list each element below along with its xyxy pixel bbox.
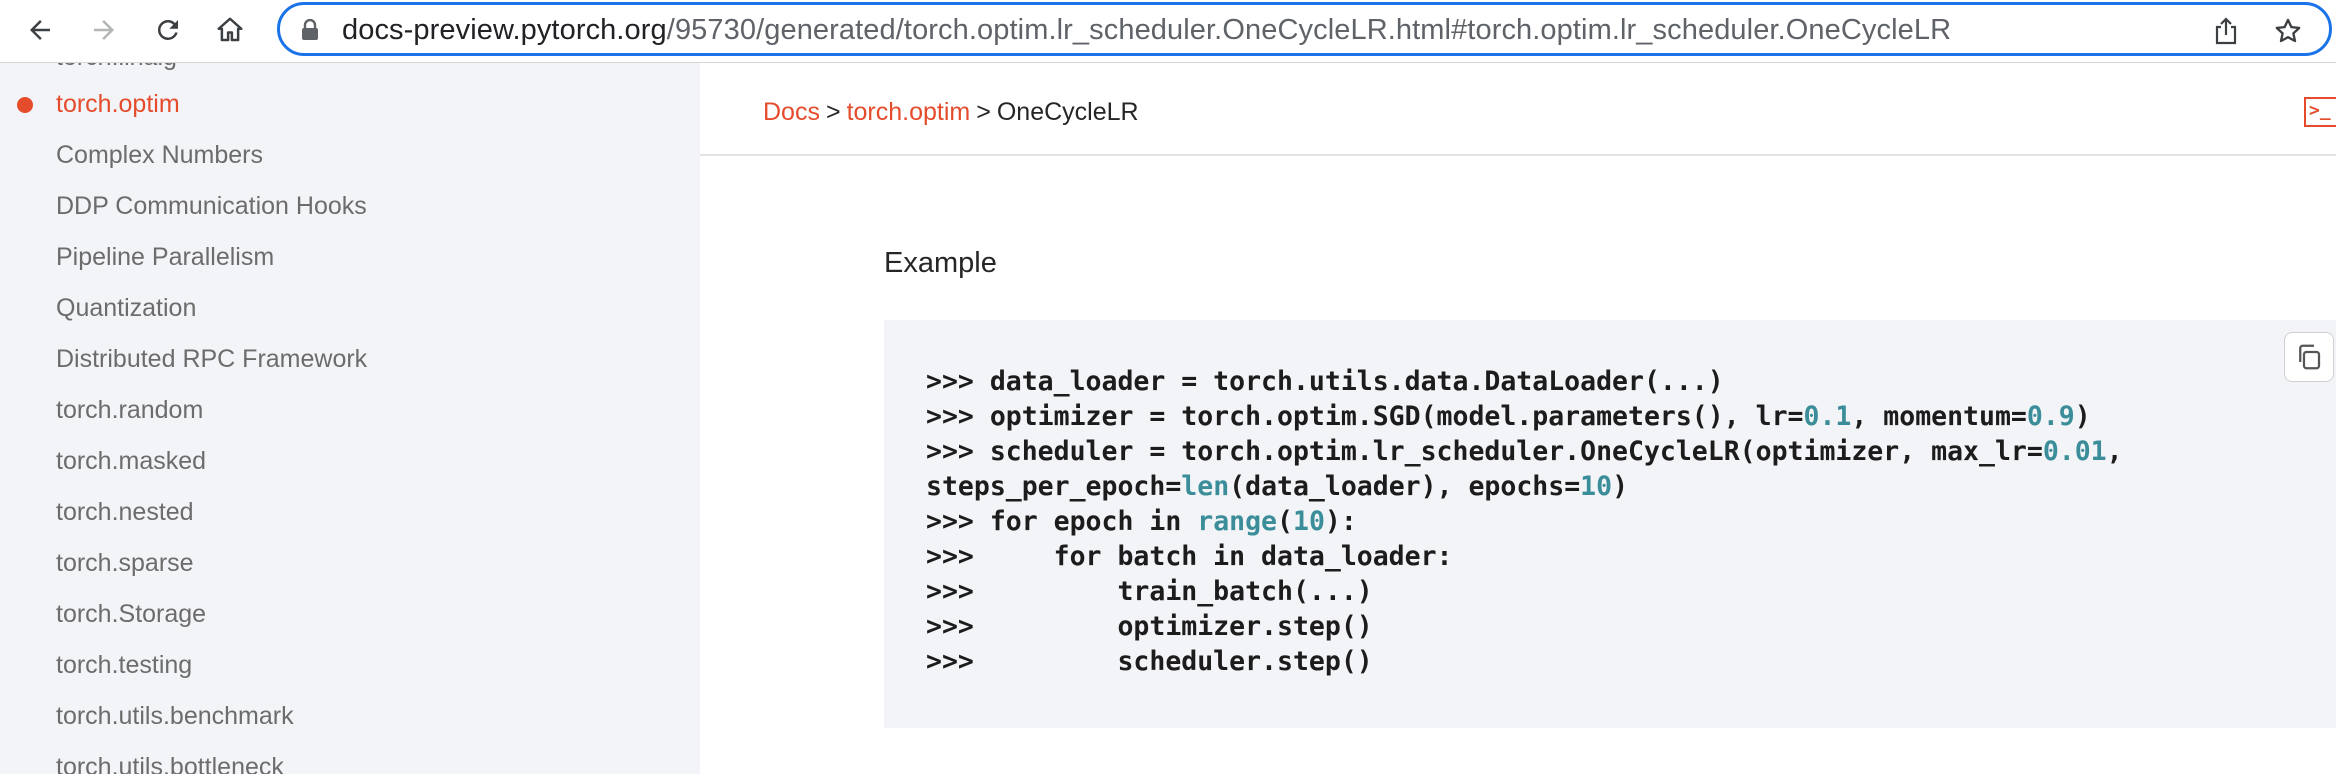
code-token: , bbox=[2106, 436, 2123, 467]
breadcrumb-separator: > bbox=[825, 98, 841, 126]
code-builtin: range bbox=[1197, 506, 1278, 537]
sidebar-item-torch-testing[interactable]: torch.testing bbox=[56, 650, 192, 680]
header-divider bbox=[700, 154, 2336, 156]
code-line: >>> for batch in data_loader: bbox=[926, 541, 1453, 572]
code-text: >>> data_loader = torch.utils.data.DataL… bbox=[926, 364, 2123, 679]
reload-icon bbox=[157, 19, 178, 40]
code-token: >>> scheduler.step() bbox=[926, 646, 1373, 677]
code-token: steps_per_epoch= bbox=[926, 471, 1182, 502]
code-number: 0.9 bbox=[2026, 401, 2075, 432]
code-token: ) bbox=[2074, 401, 2091, 432]
code-line: >>> scheduler = torch.optim.lr_scheduler… bbox=[926, 436, 2123, 467]
breadcrumb-current: OneCycleLR bbox=[996, 98, 1139, 126]
sidebar-item-complex-numbers[interactable]: Complex Numbers bbox=[56, 140, 263, 170]
browser-toolbar: docs-preview.pytorch.org/95730/generated… bbox=[0, 0, 2336, 63]
sidebar-item-torch-masked[interactable]: torch.masked bbox=[56, 446, 206, 476]
sidebar-item-pipeline-parallelism[interactable]: Pipeline Parallelism bbox=[56, 242, 274, 272]
sidebar-item-distributed-rpc[interactable]: Distributed RPC Framework bbox=[56, 344, 367, 374]
sidebar: torch.linalg torch.optim Complex Numbers… bbox=[0, 63, 700, 774]
sidebar-item-ddp-hooks[interactable]: DDP Communication Hooks bbox=[56, 191, 367, 221]
share-button[interactable] bbox=[2210, 15, 2242, 47]
breadcrumb: Docs > torch.optim > OneCycleLR bbox=[763, 97, 1139, 127]
sidebar-item-quantization[interactable]: Quantization bbox=[56, 293, 196, 323]
bookmark-button[interactable] bbox=[2272, 15, 2304, 47]
code-token: >>> for batch in data_loader: bbox=[926, 541, 1453, 572]
bookmark-star-icon bbox=[2275, 18, 2301, 43]
code-token: >>> optimizer = torch.optim.SGD(model.pa… bbox=[926, 401, 1804, 432]
code-line: >>> optimizer.step() bbox=[926, 611, 1373, 642]
code-block: >>> data_loader = torch.utils.data.DataL… bbox=[884, 320, 2336, 728]
back-icon bbox=[30, 20, 50, 40]
code-token: ( bbox=[1277, 506, 1293, 537]
code-builtin: len bbox=[1181, 471, 1230, 502]
code-token: >>> optimizer.step() bbox=[926, 611, 1373, 642]
code-line: steps_per_epoch=len(data_loader), epochs… bbox=[926, 471, 1628, 502]
active-bullet-icon bbox=[17, 97, 33, 113]
forward-icon bbox=[94, 20, 114, 40]
address-bar[interactable]: docs-preview.pytorch.org/95730/generated… bbox=[277, 2, 2332, 56]
copy-button[interactable] bbox=[2284, 332, 2334, 382]
sidebar-item-torch-sparse[interactable]: torch.sparse bbox=[56, 548, 194, 578]
sidebar-item-torch-storage[interactable]: torch.Storage bbox=[56, 599, 206, 629]
code-token: (data_loader), epochs= bbox=[1229, 471, 1581, 502]
code-token: >>> data_loader = torch.utils.data.DataL… bbox=[926, 366, 1724, 397]
code-token: >>> for epoch in bbox=[926, 506, 1198, 537]
code-token: , momentum= bbox=[1851, 401, 2027, 432]
code-line: >>> scheduler.step() bbox=[926, 646, 1373, 677]
code-number: 0.1 bbox=[1803, 401, 1852, 432]
sidebar-item-partial[interactable]: torch.linalg bbox=[56, 63, 177, 72]
code-token: >>> scheduler = torch.optim.lr_scheduler… bbox=[926, 436, 2043, 467]
breadcrumb-torch-optim[interactable]: torch.optim bbox=[847, 98, 971, 126]
back-button[interactable] bbox=[20, 10, 60, 50]
sidebar-item-torch-optim[interactable]: torch.optim bbox=[56, 89, 180, 119]
reload-button[interactable] bbox=[148, 10, 188, 50]
code-token: >>> train_batch(...) bbox=[926, 576, 1373, 607]
main-content: Docs > torch.optim > OneCycleLR >_ Example >… bbox=[700, 63, 2336, 774]
code-number: 10 bbox=[1580, 471, 1613, 502]
code-token: ): bbox=[1324, 506, 1357, 537]
share-icon bbox=[2215, 17, 2237, 45]
code-token: ) bbox=[1612, 471, 1629, 502]
forward-button[interactable] bbox=[84, 10, 124, 50]
code-line: >>> train_batch(...) bbox=[926, 576, 1373, 607]
home-icon bbox=[217, 17, 243, 42]
url-text: docs-preview.pytorch.org/95730/generated… bbox=[342, 14, 1951, 46]
code-number: 10 bbox=[1292, 506, 1325, 537]
code-line: >>> for epoch in range(10): bbox=[926, 506, 1357, 537]
sidebar-item-torch-random[interactable]: torch.random bbox=[56, 395, 203, 425]
sidebar-item-torch-nested[interactable]: torch.nested bbox=[56, 497, 194, 527]
code-line: >>> optimizer = torch.optim.SGD(model.pa… bbox=[926, 401, 2091, 432]
section-title: Example bbox=[884, 247, 997, 279]
sidebar-item-torch-utils-bottleneck[interactable]: torch.utils.bottleneck bbox=[56, 752, 284, 774]
breadcrumb-separator: > bbox=[976, 98, 991, 126]
copy-icon bbox=[2299, 344, 2321, 370]
sidebar-item-torch-utils-benchmark[interactable]: torch.utils.benchmark bbox=[56, 701, 294, 731]
code-number: 0.01 bbox=[2042, 436, 2107, 467]
url-host: docs-preview.pytorch.org bbox=[342, 14, 667, 46]
breadcrumb-docs[interactable]: Docs bbox=[763, 98, 820, 126]
url-path: /95730/generated/torch.optim.lr_schedule… bbox=[666, 14, 1952, 46]
terminal-icon[interactable]: >_ bbox=[2304, 97, 2336, 127]
code-line: >>> data_loader = torch.utils.data.DataL… bbox=[926, 366, 1724, 397]
home-button[interactable] bbox=[210, 10, 250, 50]
lock-icon bbox=[302, 19, 318, 40]
